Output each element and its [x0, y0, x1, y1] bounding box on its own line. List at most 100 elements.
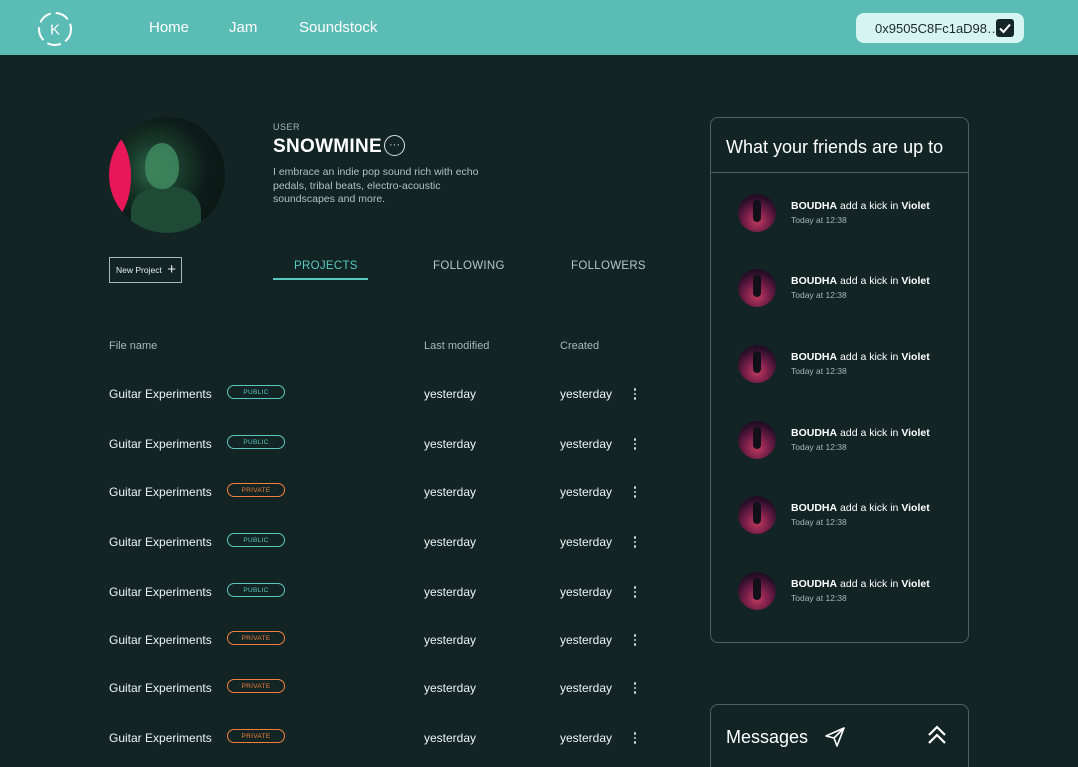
row-menu-icon[interactable]: [628, 484, 642, 500]
table-row[interactable]: Guitar Experiments PRIVATE yesterday yester…: [0, 631, 690, 653]
activity-text: BOUDHA add a kick in Violet: [791, 427, 930, 439]
friend-activity-item[interactable]: BOUDHA add a kick in Violet Today at 12:3…: [738, 421, 968, 461]
messages-title: Messages: [726, 727, 809, 747]
row-menu-icon[interactable]: [628, 436, 642, 452]
new-project-button[interactable]: New Project +: [109, 257, 182, 283]
activity-time: Today at 12:38: [791, 366, 847, 376]
friend-avatar[interactable]: [738, 345, 776, 383]
friend-activity-item[interactable]: BOUDHA add a kick in Violet Today at 12:3…: [738, 194, 968, 234]
logo-icon[interactable]: K: [36, 10, 74, 48]
friend-avatar[interactable]: [738, 194, 776, 232]
friend-name[interactable]: BOUDHA: [791, 578, 837, 590]
file-name[interactable]: Guitar Experiments: [109, 437, 212, 451]
visibility-badge: PUBLIC: [227, 533, 285, 547]
visibility-badge: PUBLIC: [227, 435, 285, 449]
friend-avatar[interactable]: [738, 269, 776, 307]
table-row[interactable]: Guitar Experiments PUBLIC yesterday yesterd…: [0, 385, 690, 407]
file-name[interactable]: Guitar Experiments: [109, 681, 212, 695]
activity-action: add a kick in: [840, 200, 899, 212]
activity-action: add a kick in: [840, 578, 899, 590]
last-modified: yesterday: [424, 633, 477, 647]
activity-target[interactable]: Violet: [901, 427, 929, 439]
nav-home-link[interactable]: Home: [149, 19, 189, 36]
file-name[interactable]: Guitar Experiments: [109, 585, 212, 599]
created-date: yesterday: [560, 633, 613, 647]
created-date: yesterday: [560, 535, 613, 549]
activity-text: BOUDHA add a kick in Violet: [791, 275, 930, 287]
activity-target[interactable]: Violet: [901, 351, 929, 363]
created-date: yesterday: [560, 731, 613, 745]
logo-letter: K: [50, 22, 60, 39]
row-menu-icon[interactable]: [628, 534, 642, 550]
file-name[interactable]: Guitar Experiments: [109, 731, 212, 745]
activity-text: BOUDHA add a kick in Violet: [791, 200, 930, 212]
friend-activity-item[interactable]: BOUDHA add a kick in Violet Today at 12:3…: [738, 269, 968, 309]
send-icon[interactable]: [824, 726, 846, 748]
file-name[interactable]: Guitar Experiments: [109, 535, 212, 549]
last-modified: yesterday: [424, 485, 477, 499]
active-tab-indicator: [273, 278, 368, 280]
column-header-last-modified[interactable]: Last modified: [424, 340, 489, 352]
table-row[interactable]: Guitar Experiments PRIVATE yesterday yester…: [0, 729, 690, 751]
activity-text: BOUDHA add a kick in Violet: [791, 502, 930, 514]
visibility-badge: PRIVATE: [227, 631, 285, 645]
column-header-created[interactable]: Created: [560, 340, 599, 352]
file-name[interactable]: Guitar Experiments: [109, 633, 212, 647]
friend-name[interactable]: BOUDHA: [791, 200, 837, 212]
friend-avatar[interactable]: [738, 421, 776, 459]
table-row[interactable]: Guitar Experiments PUBLIC yesterday yesterd…: [0, 533, 690, 555]
activity-time: Today at 12:38: [791, 215, 847, 225]
row-menu-icon[interactable]: [628, 632, 642, 648]
file-name[interactable]: Guitar Experiments: [109, 485, 212, 499]
activity-action: add a kick in: [840, 275, 899, 287]
wallet-address-button[interactable]: 0x9505C8Fc1aD98…: [856, 13, 1024, 43]
friend-name[interactable]: BOUDHA: [791, 427, 837, 439]
activity-target[interactable]: Violet: [901, 275, 929, 287]
table-row[interactable]: Guitar Experiments PRIVATE yesterday yester…: [0, 679, 690, 701]
friend-activity-item[interactable]: BOUDHA add a kick in Violet Today at 12:3…: [738, 345, 968, 385]
last-modified: yesterday: [424, 437, 477, 451]
last-modified: yesterday: [424, 535, 477, 549]
user-bio: I embrace an indie pop sound rich with e…: [273, 166, 479, 205]
more-options-icon[interactable]: ···: [384, 135, 405, 156]
chevron-double-up-icon[interactable]: [926, 724, 948, 746]
row-menu-icon[interactable]: [628, 730, 642, 746]
row-menu-icon[interactable]: [628, 680, 642, 696]
activity-target[interactable]: Violet: [901, 578, 929, 590]
table-row[interactable]: Guitar Experiments PUBLIC yesterday yesterd…: [0, 583, 690, 605]
activity-action: add a kick in: [840, 427, 899, 439]
nav-jam-link[interactable]: Jam: [229, 19, 257, 36]
table-row[interactable]: Guitar Experiments PRIVATE yesterday yester…: [0, 483, 690, 505]
messages-panel[interactable]: Messages: [710, 704, 969, 767]
tab-followers[interactable]: FOLLOWERS: [571, 260, 646, 272]
user-avatar: [109, 117, 225, 233]
friend-activity-item[interactable]: BOUDHA add a kick in Violet Today at 12:3…: [738, 572, 968, 612]
visibility-badge: PUBLIC: [227, 385, 285, 399]
user-label: USER: [273, 122, 301, 132]
created-date: yesterday: [560, 387, 613, 401]
last-modified: yesterday: [424, 681, 477, 695]
friend-avatar[interactable]: [738, 496, 776, 534]
last-modified: yesterday: [424, 387, 477, 401]
friend-name[interactable]: BOUDHA: [791, 351, 837, 363]
activity-target[interactable]: Violet: [901, 200, 929, 212]
file-name[interactable]: Guitar Experiments: [109, 387, 212, 401]
friend-name[interactable]: BOUDHA: [791, 502, 837, 514]
column-header-file-name[interactable]: File name: [109, 340, 157, 352]
friends-panel-title: What your friends are up to: [726, 137, 944, 157]
row-menu-icon[interactable]: [628, 584, 642, 600]
friend-activity-item[interactable]: BOUDHA add a kick in Violet Today at 12:3…: [738, 496, 968, 536]
top-navigation-bar: K Home Jam Soundstock 0x9505C8Fc1aD98…: [0, 0, 1078, 55]
created-date: yesterday: [560, 485, 613, 499]
friend-name[interactable]: BOUDHA: [791, 275, 837, 287]
tab-projects[interactable]: PROJECTS: [294, 260, 358, 272]
activity-action: add a kick in: [840, 502, 899, 514]
tab-following[interactable]: FOLLOWING: [433, 260, 505, 272]
row-menu-icon[interactable]: [628, 386, 642, 402]
wallet-address-text: 0x9505C8Fc1aD98…: [875, 20, 1001, 36]
activity-target[interactable]: Violet: [901, 502, 929, 514]
nav-soundstock-link[interactable]: Soundstock: [299, 19, 377, 36]
visibility-badge: PRIVATE: [227, 483, 285, 497]
table-row[interactable]: Guitar Experiments PUBLIC yesterday yesterd…: [0, 435, 690, 457]
friend-avatar[interactable]: [738, 572, 776, 610]
